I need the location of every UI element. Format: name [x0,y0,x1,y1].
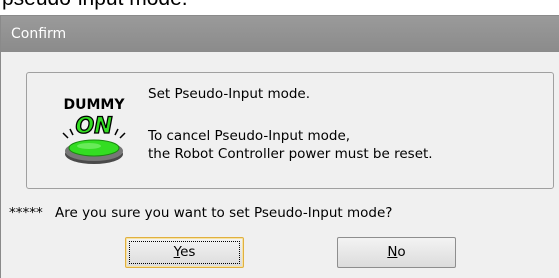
no-button[interactable]: No [337,237,456,268]
confirm-dialog: Confirm DUMMY ON Set Pseudo-Input mode. … [0,15,559,278]
dummy-icon-on-label: ON [75,114,112,139]
confirm-question: ***** Are you sure you want to set Pseud… [9,205,392,221]
question-prefix: ***** [9,205,43,221]
yes-button[interactable]: Yes [125,237,244,268]
page: pseudo-input mode. Confirm DUMMY ON [0,0,559,278]
message-panel: DUMMY ON Set Pseudo-Input mode. To cance… [26,72,554,189]
message-line-2: To cancel Pseudo-Input mode, [148,128,351,144]
dummy-on-icon: DUMMY ON [62,97,126,164]
dialog-titlebar[interactable]: Confirm [1,16,559,52]
focus-rectangle [129,241,240,264]
message-line-1: Set Pseudo-Input mode. [148,86,311,102]
no-button-mnemonic: N [387,244,398,260]
lamp-highlight [77,143,101,149]
dialog-title: Confirm [11,26,67,42]
no-button-label: o [397,244,406,260]
message-line-3: the Robot Controller power must be reset… [148,146,433,162]
page-caption: pseudo-input mode. [2,0,188,11]
question-text: Are you sure you want to set Pseudo-Inpu… [55,205,393,221]
dummy-icon-label: DUMMY [64,97,126,113]
